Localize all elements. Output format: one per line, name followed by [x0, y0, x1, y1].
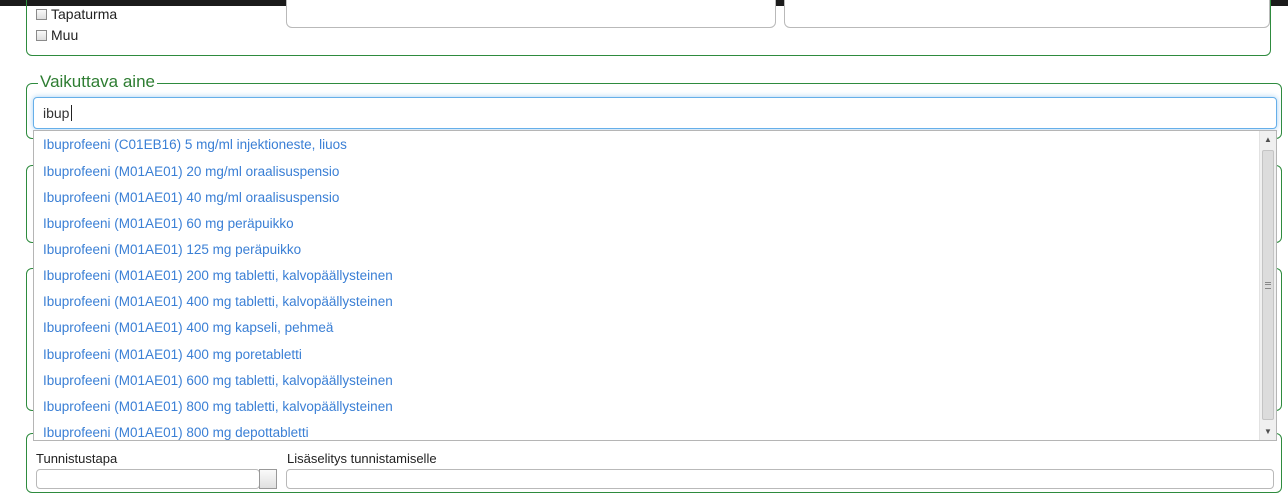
dropdown-scrollbar[interactable]: ▲ ▼ [1259, 131, 1276, 440]
active-substance-legend: Vaikuttava aine [38, 72, 157, 92]
suggestion-dropdown[interactable]: Ibuprofeeni (C01EB16) 5 mg/ml injektione… [33, 130, 1277, 441]
checkbox-tapaturma[interactable] [36, 8, 47, 20]
suggestion-item[interactable]: Ibuprofeeni (M01AE01) 125 mg peräpuikko [43, 242, 301, 258]
checkbox-row-tapaturma[interactable]: Tapaturma [36, 7, 117, 21]
checkbox-muu[interactable] [36, 29, 47, 41]
top-text-field-right[interactable] [784, 0, 1270, 28]
checkbox-label-muu: Muu [51, 27, 79, 43]
text-cursor [71, 105, 72, 121]
suggestion-item[interactable]: Ibuprofeeni (M01AE01) 200 mg tabletti, k… [43, 268, 393, 284]
active-substance-search-input[interactable] [33, 97, 1277, 129]
checkbox-row-muu[interactable]: Muu [36, 28, 78, 42]
suggestion-item[interactable]: Ibuprofeeni (M01AE01) 400 mg poretablett… [43, 347, 302, 363]
suggestion-item[interactable]: Ibuprofeeni (M01AE01) 400 mg tabletti, k… [43, 294, 393, 310]
suggestion-item[interactable]: Ibuprofeeni (M01AE01) 60 mg peräpuikko [43, 216, 294, 232]
checkbox-label-tapaturma: Tapaturma [51, 6, 118, 22]
top-text-field-left[interactable] [286, 0, 776, 28]
suggestion-item[interactable]: Ibuprofeeni (M01AE01) 800 mg tabletti, k… [43, 399, 393, 415]
suggestion-item[interactable]: Ibuprofeeni (M01AE01) 400 mg kapseli, pe… [43, 320, 333, 336]
suggestion-item[interactable]: Ibuprofeeni (M01AE01) 20 mg/ml oraalisus… [43, 164, 339, 180]
identification-details-label: Lisäselitys tunnistamiselle [287, 451, 437, 466]
suggestion-item[interactable]: Ibuprofeeni (M01AE01) 600 mg tabletti, k… [43, 373, 393, 389]
scroll-grip-icon [1265, 281, 1271, 289]
identification-details-input[interactable] [286, 469, 1274, 489]
identification-method-dropdown-button[interactable] [259, 469, 277, 489]
identification-method-select[interactable] [36, 469, 260, 489]
suggestion-item[interactable]: Ibuprofeeni (M01AE01) 800 mg depottablet… [43, 425, 309, 440]
scrollbar-thumb[interactable] [1262, 150, 1274, 420]
scroll-up-arrow-icon[interactable]: ▲ [1260, 131, 1276, 148]
suggestion-item[interactable]: Ibuprofeeni (C01EB16) 5 mg/ml injektione… [43, 137, 347, 153]
identification-method-label: Tunnistustapa [36, 451, 118, 466]
scroll-down-arrow-icon[interactable]: ▼ [1260, 423, 1276, 440]
suggestion-item[interactable]: Ibuprofeeni (M01AE01) 40 mg/ml oraalisus… [43, 190, 339, 206]
